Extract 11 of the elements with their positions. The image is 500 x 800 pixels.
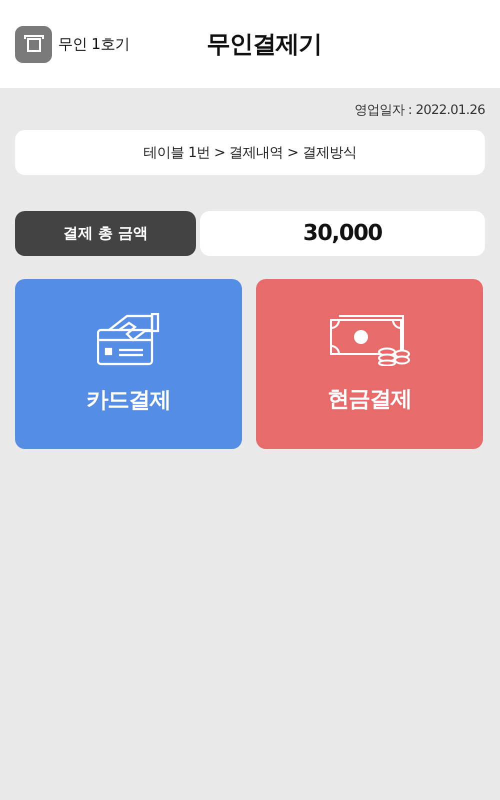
device-label: 무인 1호기	[58, 34, 130, 54]
total-label: 결제 총 금액	[15, 211, 196, 256]
banknote-and-coins-icon	[328, 314, 410, 366]
card-in-hand-icon	[96, 313, 160, 367]
payment-method-button[interactable]: 카드결제	[15, 279, 242, 449]
business-date: 영업일자 : 2022.01.26	[354, 102, 485, 119]
total-amount: 30,000	[200, 211, 485, 256]
kiosk-icon	[15, 26, 52, 62]
page-title: 무인결제기	[206, 29, 322, 60]
payment-method-button[interactable]: 현금결제	[256, 279, 483, 449]
breadcrumb: 테이블 1번 > 결제내역 > 결제방식	[15, 130, 485, 175]
